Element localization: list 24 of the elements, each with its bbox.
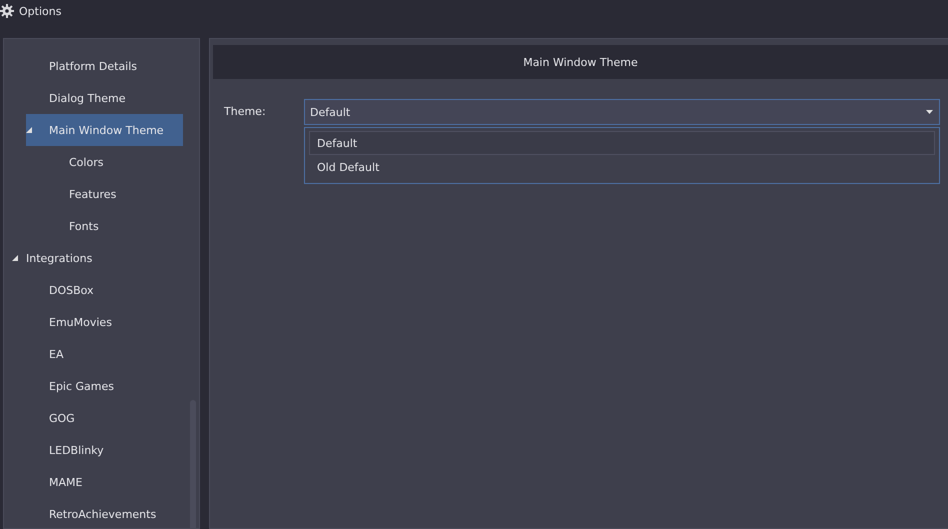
panel-title: Main Window Theme <box>523 56 638 68</box>
theme-dropdown[interactable]: Default <box>304 99 940 125</box>
window-title: Options <box>19 4 62 18</box>
tree-item[interactable]: Integrations <box>4 242 183 274</box>
tree-item[interactable]: LEDBlinky <box>26 434 183 466</box>
caret-icon <box>926 110 933 114</box>
tree-item[interactable]: MAME <box>26 466 183 498</box>
tree-item[interactable]: Features <box>46 178 183 210</box>
expander-icon[interactable] <box>26 127 32 133</box>
expander-icon[interactable] <box>12 255 18 261</box>
tree-item[interactable]: EA <box>26 338 183 370</box>
tree-item[interactable]: GOG <box>26 402 183 434</box>
tree-item[interactable]: Epic Games <box>26 370 183 402</box>
tree-item[interactable]: DOSBox <box>26 274 183 306</box>
field-label: Theme: <box>224 104 267 120</box>
tree-item[interactable]: Dialog Theme <box>26 82 183 114</box>
tree-item[interactable]: Colors <box>46 146 183 178</box>
tree-item[interactable]: EmuMovies <box>26 306 183 338</box>
tree-item[interactable]: Platform Details <box>26 50 183 82</box>
tree-item[interactable]: Fonts <box>46 210 183 242</box>
dropdown-option[interactable]: Old Default <box>309 155 935 179</box>
dropdown-option[interactable]: Default <box>309 131 935 155</box>
tree-item[interactable]: RetroAchievements <box>26 498 183 528</box>
tree-item[interactable]: Main Window Theme <box>26 114 183 146</box>
